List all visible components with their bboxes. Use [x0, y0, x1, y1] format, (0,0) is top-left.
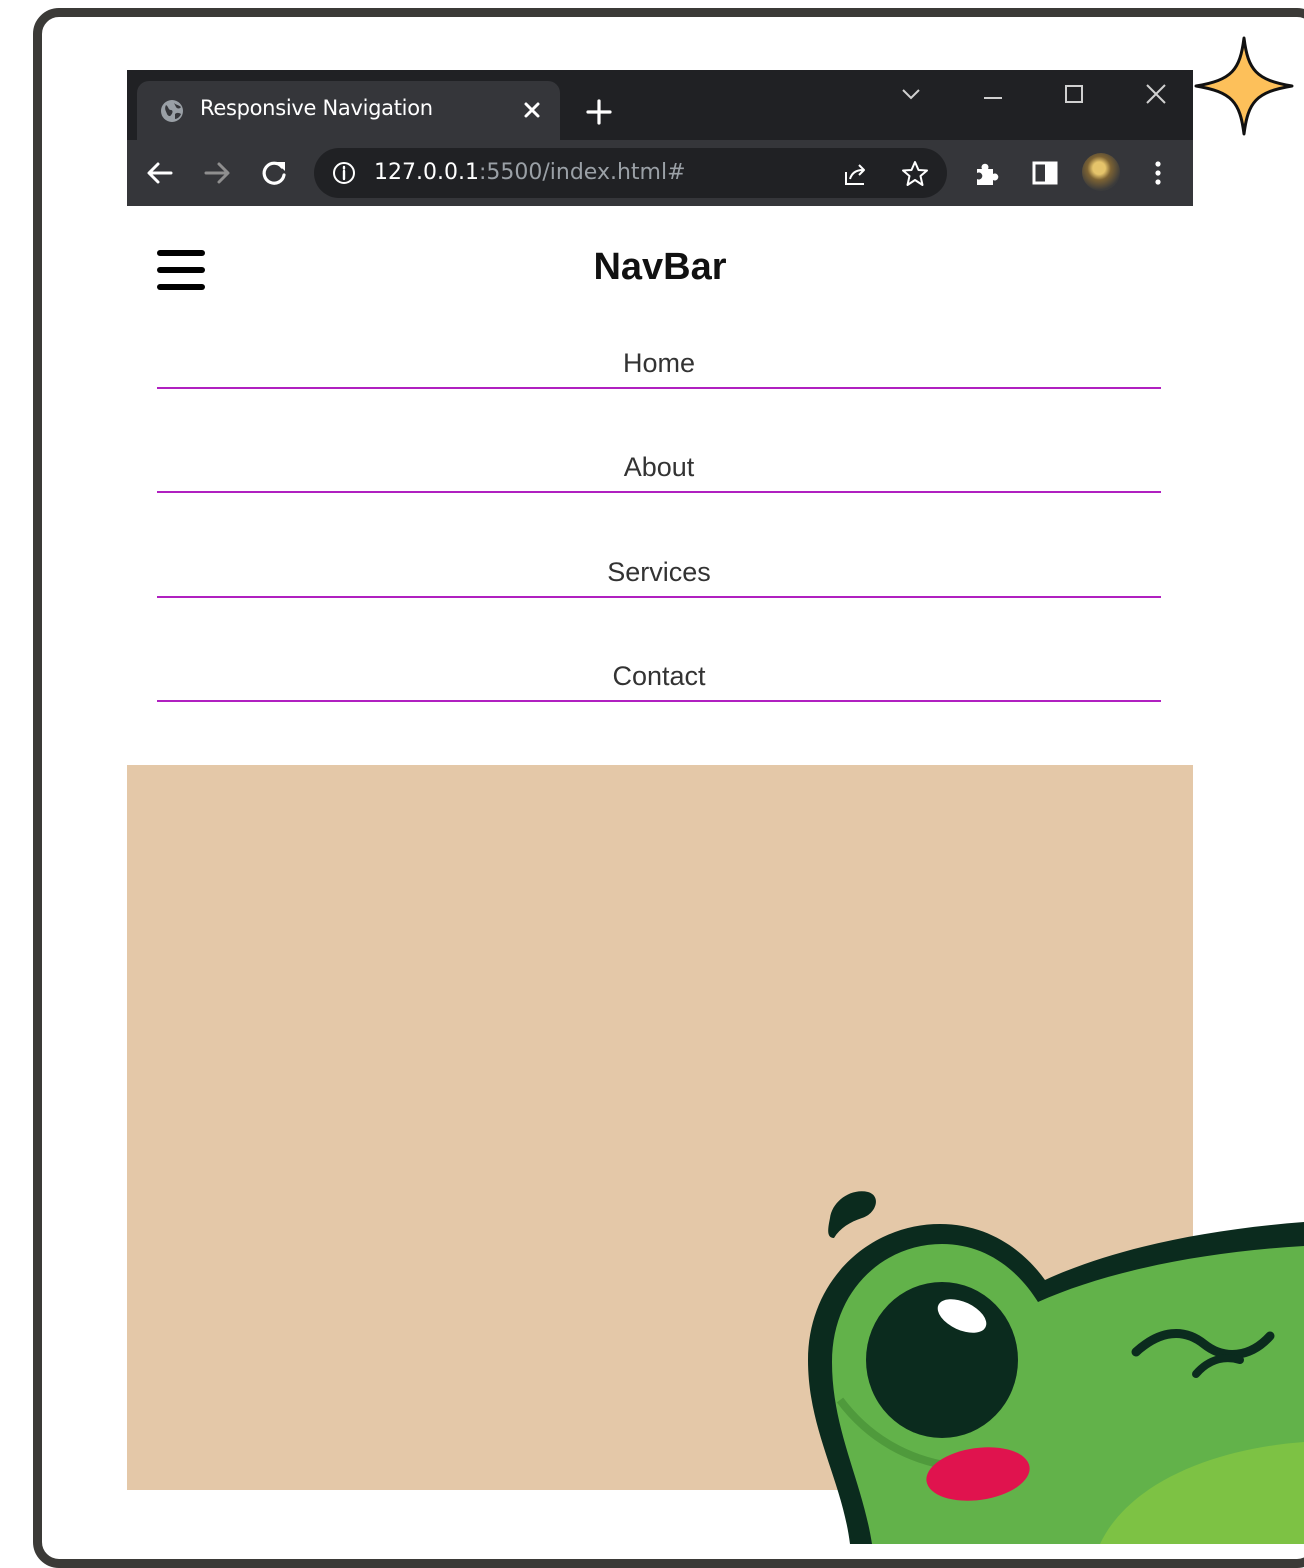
- reload-icon[interactable]: [257, 156, 291, 190]
- nav-link-home[interactable]: Home: [157, 343, 1161, 389]
- tab-title: Responsive Navigation: [200, 96, 433, 120]
- star-icon[interactable]: [900, 159, 930, 189]
- url-host: 127.0.0.1: [374, 160, 479, 185]
- url-text[interactable]: 127.0.0.1:5500/index.html#: [374, 160, 686, 185]
- nav-link-services[interactable]: Services: [157, 552, 1161, 598]
- address-bar[interactable]: 127.0.0.1:5500/index.html#: [314, 148, 947, 198]
- browser-toolbar: 127.0.0.1:5500/index.html#: [127, 140, 1193, 206]
- share-icon[interactable]: [842, 160, 870, 188]
- extensions-icon[interactable]: [971, 157, 1003, 189]
- tab-strip: Responsive Navigation: [127, 70, 1193, 140]
- brand-title: NavBar: [593, 246, 727, 288]
- frog-mascot-illustration: [808, 1191, 1304, 1544]
- close-window-icon[interactable]: [1142, 80, 1170, 108]
- nav-link-contact[interactable]: Contact: [157, 656, 1161, 702]
- back-icon[interactable]: [143, 156, 177, 190]
- new-tab-icon[interactable]: [583, 96, 615, 128]
- forward-icon[interactable]: [200, 156, 234, 190]
- minimize-icon[interactable]: [979, 80, 1007, 108]
- active-tab[interactable]: Responsive Navigation: [137, 81, 560, 140]
- close-tab-icon[interactable]: [519, 97, 545, 123]
- globe-icon: [161, 100, 183, 122]
- maximize-icon[interactable]: [1060, 80, 1088, 108]
- tab-search-icon[interactable]: [897, 80, 925, 108]
- url-path: :5500/index.html#: [478, 160, 686, 185]
- sparkle-icon: [1194, 36, 1294, 136]
- kebab-menu-icon[interactable]: [1142, 157, 1174, 189]
- profile-avatar[interactable]: [1082, 153, 1120, 191]
- info-icon[interactable]: [332, 161, 356, 185]
- nav-link-about[interactable]: About: [157, 447, 1161, 493]
- side-panel-icon[interactable]: [1029, 157, 1061, 189]
